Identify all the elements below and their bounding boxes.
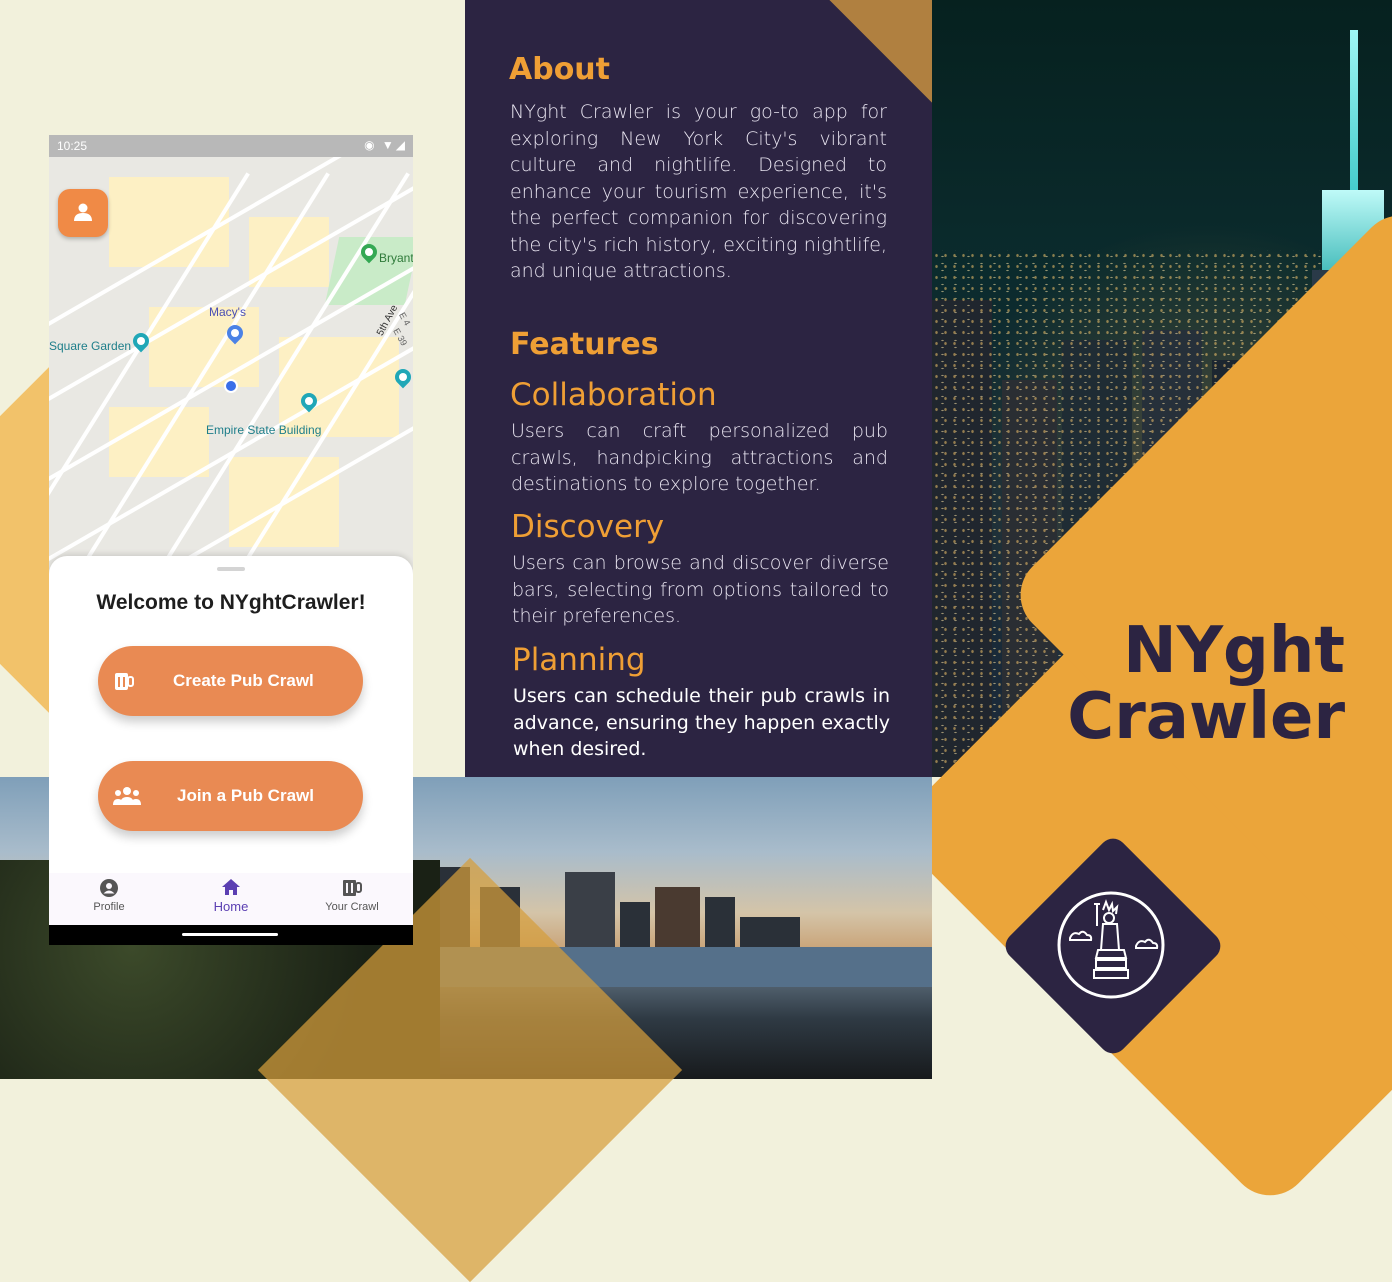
person-icon	[74, 203, 92, 221]
beer-mug-icon	[115, 673, 134, 690]
status-time: 10:25	[57, 139, 88, 153]
status-bar: 10:25 ◉ ▼◢	[49, 135, 413, 157]
create-pub-crawl-label: Create Pub Crawl	[173, 671, 314, 690]
system-navigation-bar	[49, 925, 413, 945]
nav-profile-label: Profile	[93, 901, 125, 913]
map-label-macys: Macy's	[209, 305, 246, 319]
group-icon	[113, 787, 141, 805]
join-pub-crawl-button[interactable]: Join a Pub Crawl	[98, 761, 363, 831]
features-heading: Features	[510, 327, 659, 362]
statue-of-liberty-icon	[1057, 891, 1165, 999]
feature-text-planning: Users can schedule their pub crawls in a…	[513, 685, 890, 760]
map-view[interactable]: Bryant Macy's Square Garden Empire State…	[49, 157, 413, 577]
nav-home[interactable]: Home	[171, 879, 291, 914]
feature-title-collaboration: Collaboration	[510, 377, 717, 413]
create-pub-crawl-button[interactable]: Create Pub Crawl	[98, 646, 363, 716]
nav-home-label: Home	[213, 899, 249, 914]
gesture-handle[interactable]	[182, 933, 278, 936]
current-location-icon	[224, 379, 238, 393]
about-heading: About	[509, 52, 611, 87]
brand-title-line1: NYght	[1123, 614, 1345, 688]
map-label-e4: E 4	[397, 310, 413, 328]
about-body: NYght Crawler is your go-to app for expl…	[510, 101, 887, 282]
map-label-bryant: Bryant	[379, 251, 413, 265]
about-panel: About NYght Crawler is your go-to app fo…	[465, 0, 932, 777]
sheet-drag-handle[interactable]	[217, 567, 245, 571]
welcome-heading: Welcome to NYghtCrawler!	[96, 591, 366, 614]
map-label-empire: Empire State Building	[206, 423, 322, 437]
nav-your-crawl[interactable]: Your Crawl	[292, 879, 412, 913]
bottom-sheet: Welcome to NYghtCrawler! Create Pub Craw…	[49, 556, 413, 876]
account-circle-icon	[100, 879, 118, 897]
join-pub-crawl-label: Join a Pub Crawl	[177, 786, 314, 805]
feature-text-collaboration: Users can craft personalized pub crawls,…	[511, 420, 888, 495]
profile-fab-button[interactable]	[58, 189, 108, 237]
bottom-navigation: Profile Home Your Crawl	[49, 873, 413, 925]
phone-screenshot: 10:25 ◉ ▼◢ Bryant Macy's Square Garden E…	[49, 135, 413, 945]
map-label-square-garden: Square Garden	[49, 339, 132, 353]
brand-title: NYght Crawler	[1040, 618, 1345, 750]
home-icon	[222, 879, 240, 895]
nav-profile[interactable]: Profile	[49, 879, 169, 913]
beer-mug-icon	[343, 880, 362, 896]
feature-text-discovery: Users can browse and discover diverse ba…	[512, 552, 889, 627]
feature-title-planning: Planning	[512, 642, 646, 678]
brand-title-line2: Crawler	[1067, 680, 1345, 754]
feature-title-discovery: Discovery	[511, 509, 665, 545]
nav-your-crawl-label: Your Crawl	[325, 901, 379, 913]
status-icons: ◉ ▼◢	[364, 138, 407, 152]
